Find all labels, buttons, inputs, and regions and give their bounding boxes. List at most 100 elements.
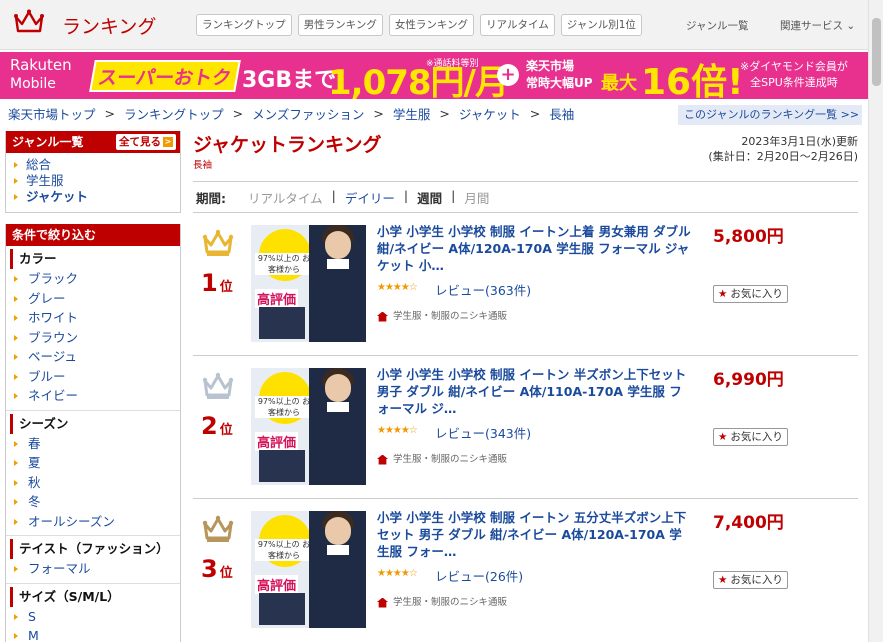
model-figure xyxy=(309,225,366,342)
rank-crown-icon xyxy=(202,515,234,542)
super-otoku-label: スーパーおトク xyxy=(89,60,241,92)
filter-header: 条件で絞り込む xyxy=(6,224,180,246)
crumb-jacket[interactable]: ジャケット xyxy=(459,104,521,123)
genre-ranking-list-link[interactable]: このジャンルのランキング一覧 >> xyxy=(678,105,862,125)
filter-season-winter[interactable]: 冬 xyxy=(6,492,180,512)
favorite-button[interactable]: ★ お気に入り xyxy=(713,428,788,446)
ranking-row: 1 位 97%以上の お客様から 高評価 小学 小学生 小学校 制服 イートン上着 男女… xyxy=(193,212,858,355)
jacket-figure xyxy=(259,307,305,339)
period-selector: 期間: リアルタイム | デイリー | 週間 | 月間 xyxy=(196,188,490,207)
product-title[interactable]: 小学 小学生 小学校 制服 イートン上着 男女兼用 ダブル 紺/ネイビー A体/… xyxy=(377,223,693,274)
period-range: (集計日：2月20日～2月26日) xyxy=(708,150,858,163)
filter-size-s[interactable]: S xyxy=(6,607,180,627)
filter-season-spring[interactable]: 春 xyxy=(6,434,180,454)
period-label: 期間: xyxy=(196,191,226,206)
crumb-mens-fashion[interactable]: メンズファッション xyxy=(252,104,364,123)
genre-list-link[interactable]: ジャンル一覧 xyxy=(686,18,748,33)
page-scrollbar[interactable] xyxy=(868,0,883,642)
shop-link[interactable]: 学生服・制服のニシキ通販 xyxy=(377,594,507,608)
brand-line-1: Rakuten xyxy=(10,56,72,74)
filter-color-brown[interactable]: ブラウン xyxy=(6,328,180,348)
filter-color-beige[interactable]: ベージュ xyxy=(6,347,180,367)
top-tabs: ランキングトップ 男性ランキング 女性ランキング リアルタイム ジャンル別1位 xyxy=(196,14,642,36)
hyoka-label: 高評価 xyxy=(255,575,299,594)
max-label: 最大 xyxy=(601,73,637,94)
review-link[interactable]: レビュー(363件) xyxy=(435,280,531,299)
price-note: ※通話料等別 xyxy=(426,59,479,69)
shop-link[interactable]: 学生服・制服のニシキ通販 xyxy=(377,451,507,465)
genre-item-all[interactable]: 総合 xyxy=(6,157,180,173)
related-services-link[interactable]: 関連サービス ⌄ xyxy=(780,18,855,33)
breadcrumb: 楽天市場トップ > ランキングトップ > メンズファッション > 学生服 > ジャケット… xyxy=(8,104,575,123)
product-title[interactable]: 小学 小学生 小学校 制服 イートン 五分丈半ズボン上下セット 男子 ダブル 紺… xyxy=(377,509,693,560)
home-icon xyxy=(377,597,388,608)
rank-crown-icon xyxy=(202,229,234,256)
tab-genre-first[interactable]: ジャンル別1位 xyxy=(560,14,642,36)
crumb-rakuten-top[interactable]: 楽天市場トップ xyxy=(8,104,96,123)
period-weekly[interactable]: 週間 xyxy=(417,188,442,207)
period-realtime[interactable]: リアルタイム xyxy=(248,188,323,207)
ranking-row: 3 位 97%以上の お客様から 高評価 小学 小学生 小学校 制服 イートン 五分丈半… xyxy=(193,498,858,641)
market-label: 楽天市場 常時大幅UP xyxy=(526,58,593,92)
update-info: 2023年3月1日(水)更新 (集計日：2月20日～2月26日) xyxy=(708,134,858,164)
product-image[interactable]: 97%以上の お客様から 高評価 xyxy=(251,368,366,485)
crown-logo-icon[interactable] xyxy=(14,9,44,35)
hyoka-label: 高評価 xyxy=(255,289,299,308)
rating-stars-icon: ★★★★☆ xyxy=(377,568,418,579)
genre-item-school-uniform[interactable]: 学生服 xyxy=(6,173,180,189)
favorite-button[interactable]: ★ お気に入り xyxy=(713,571,788,589)
shop-link[interactable]: 学生服・制服のニシキ通販 xyxy=(377,308,507,322)
filter-category-color: カラー xyxy=(10,249,180,269)
rakuten-mobile-logo: Rakuten Mobile xyxy=(10,56,72,94)
rating-stars-icon: ★★★★☆ xyxy=(377,425,418,436)
filter-season-summer[interactable]: 夏 xyxy=(6,453,180,473)
ranking-row: 2 位 97%以上の お客様から 高評価 小学 小学生 小学校 制服 イートン 半ズボン… xyxy=(193,355,858,498)
tab-female-ranking[interactable]: 女性ランキング xyxy=(388,14,475,36)
filter-box: 条件で絞り込む カラー ブラック グレー ホワイト ブラウン ベージュ ブルー … xyxy=(5,224,181,642)
model-figure xyxy=(309,511,366,628)
filter-color-navy[interactable]: ネイビー xyxy=(6,386,180,406)
scrollbar-thumb[interactable] xyxy=(872,18,881,86)
product-image[interactable]: 97%以上の お客様から 高評価 xyxy=(251,511,366,628)
filter-size-m[interactable]: M xyxy=(6,626,180,642)
filter-color-black[interactable]: ブラック xyxy=(6,269,180,289)
product-image[interactable]: 97%以上の お客様から 高評価 xyxy=(251,225,366,342)
tab-realtime[interactable]: リアルタイム xyxy=(480,14,555,36)
rank-number: 1位 xyxy=(201,269,233,297)
home-icon xyxy=(377,311,388,322)
tab-male-ranking[interactable]: 男性ランキング xyxy=(297,14,383,36)
filter-category-taste: テイスト（ファッション） xyxy=(10,539,180,559)
filter-season-all[interactable]: オールシーズン xyxy=(6,512,180,532)
period-daily[interactable]: デイリー xyxy=(345,188,395,207)
star-icon: ★ xyxy=(718,574,728,586)
see-all-button[interactable]: 全て見る > xyxy=(116,134,176,150)
filter-color-white[interactable]: ホワイト xyxy=(6,308,180,328)
promo-banner[interactable]: Rakuten Mobile スーパーおトク 3GBまで 1,078円/月 ※通… xyxy=(0,52,868,99)
review-link[interactable]: レビュー(343件) xyxy=(435,423,531,442)
rank-number: 2位 xyxy=(201,412,233,440)
genre-item-jacket[interactable]: ジャケット xyxy=(6,189,180,205)
tab-ranking-top[interactable]: ランキングトップ xyxy=(196,14,292,36)
genre-list-box: ジャンル一覧 全て見る > 総合 学生服 ジャケット xyxy=(5,131,181,213)
page-title: ジャケットランキング xyxy=(193,134,382,156)
filter-color-gray[interactable]: グレー xyxy=(6,289,180,309)
plus-icon: + xyxy=(497,64,519,86)
review-link[interactable]: レビュー(26件) xyxy=(435,566,523,585)
site-title[interactable]: ランキング xyxy=(62,12,156,39)
filter-season-autumn[interactable]: 秋 xyxy=(6,473,180,493)
product-price: 7,400円 xyxy=(713,513,784,533)
period-monthly[interactable]: 月間 xyxy=(464,188,489,207)
model-figure xyxy=(309,368,366,485)
product-title[interactable]: 小学 小学生 小学校 制服 イートン 半ズボン上下セット 男子 ダブル 紺/ネイ… xyxy=(377,366,693,417)
market-line-2: 常時大幅UP xyxy=(526,76,593,90)
filter-color-blue[interactable]: ブルー xyxy=(6,367,180,387)
filter-taste-formal[interactable]: フォーマル xyxy=(6,559,180,579)
crumb-school-uniform[interactable]: 学生服 xyxy=(393,104,431,123)
jacket-figure xyxy=(259,450,305,482)
rank-number: 3位 xyxy=(201,555,233,583)
arrow-right-icon: > xyxy=(163,137,173,147)
crumb-ranking-top[interactable]: ランキングトップ xyxy=(124,104,224,123)
crumb-long-sleeve[interactable]: 長袖 xyxy=(549,104,574,123)
favorite-button[interactable]: ★ お気に入り xyxy=(713,285,788,303)
filter-category-season: シーズン xyxy=(10,413,180,434)
